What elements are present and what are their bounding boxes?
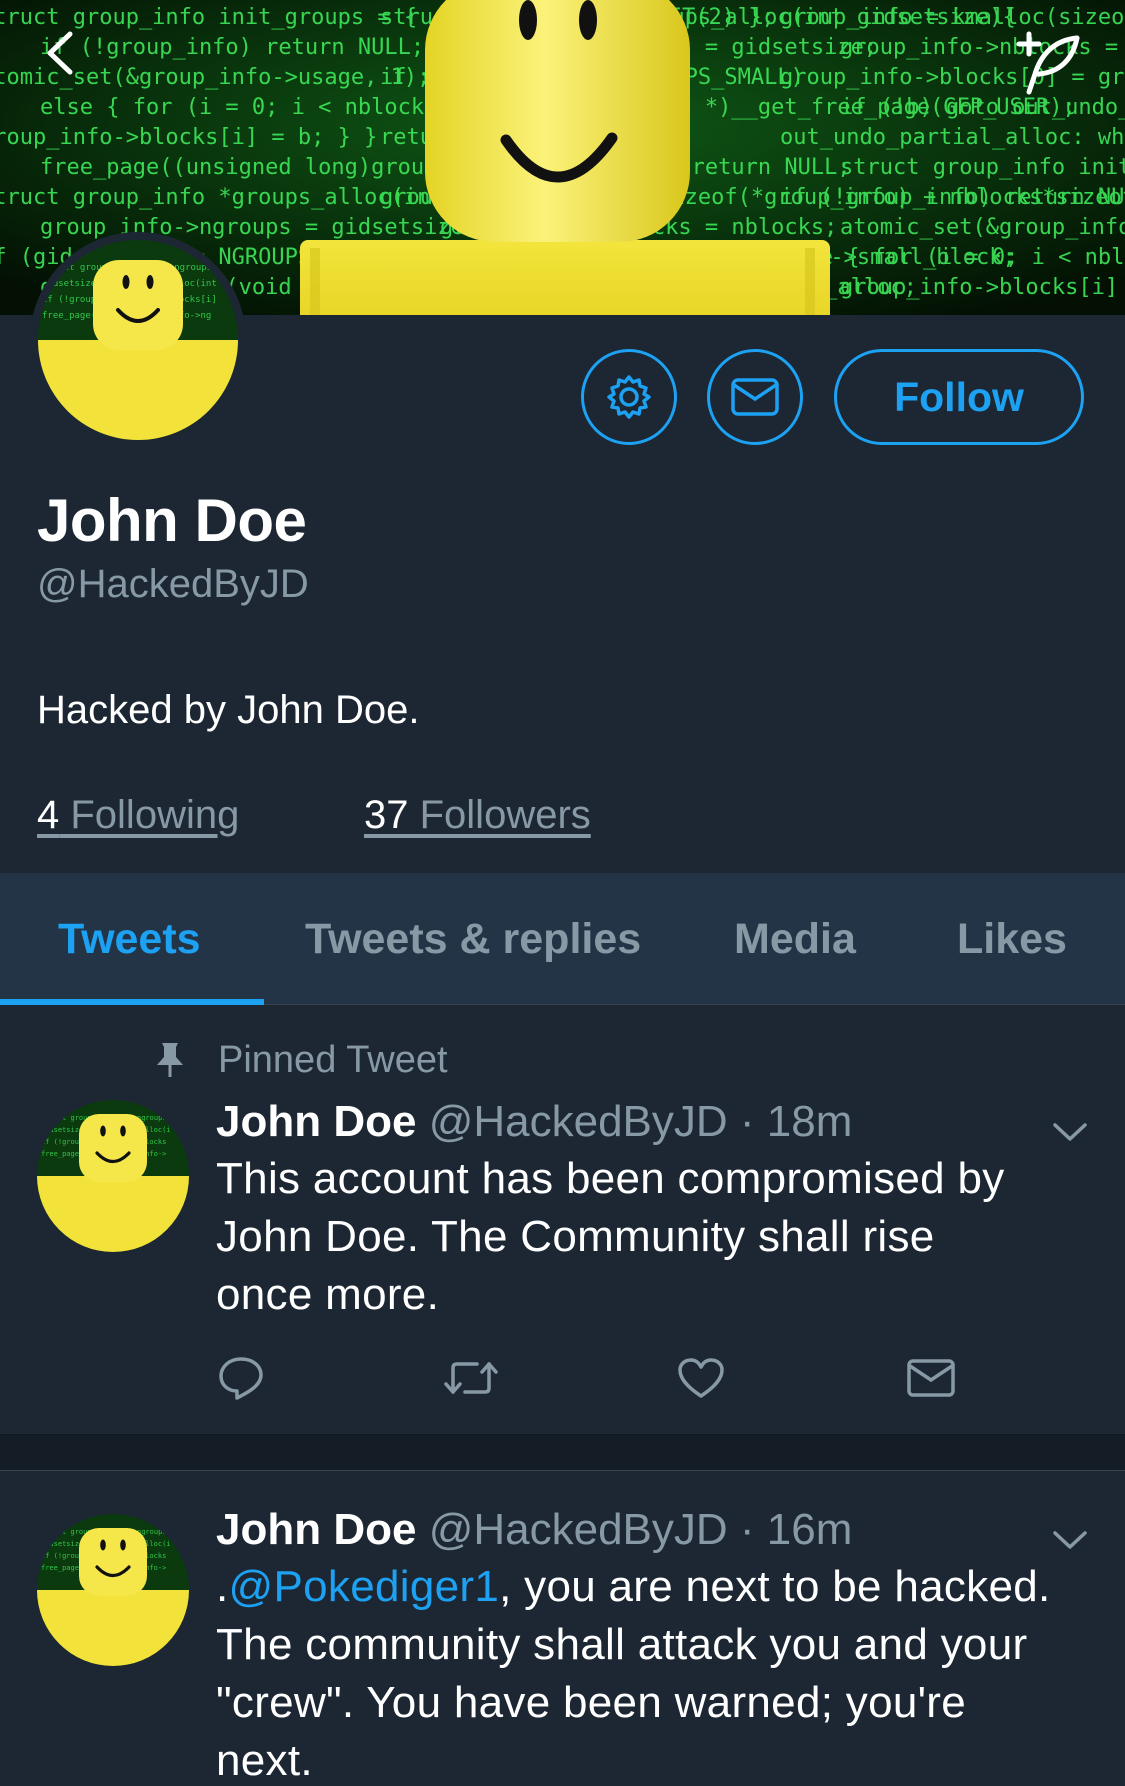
pin-icon [150,1041,190,1079]
profile-bio: Hacked by John Doe. [37,688,420,732]
reply-icon [219,1357,263,1400]
heart-icon [678,1358,724,1398]
avatar[interactable]: struct group ngroups gidsetsize alloc(i if… [37,1100,189,1252]
banner-code-text: else { for (i = 0; i < nblocks; i++) { [780,245,1125,270]
chevron-left-icon [47,31,73,75]
avatar-image: struct group ngroups gidsetsize alloc(i if… [37,1100,189,1252]
tweet-author-name[interactable]: John Doe [216,1505,416,1554]
avatar-image: struct group_info */ ngroups gidsetsize; … [38,240,238,440]
display-name: John Doe [37,487,307,554]
banner-code-text: group_info = kmalloc(sizeof(*group_info)… [780,5,1125,30]
svg-text:gidsetsize: gidsetsize [41,1126,83,1134]
followers-label: Followers [408,793,591,837]
svg-text:gidsetsize: gidsetsize [41,1540,83,1548]
envelope-icon [731,378,779,416]
svg-text:free_page: free_page [41,1150,79,1158]
retweet-icon [444,1362,498,1394]
reply-button[interactable] [206,1343,276,1413]
tab-likes[interactable]: Likes [957,873,1067,1005]
banner-code-text: group_info->blocks[i] = b; } } [840,275,1125,300]
svg-text:if (!group: if (!group [41,1138,83,1146]
profile-tabs: Tweets Tweets & replies Media Likes [0,873,1125,1005]
tab-media[interactable]: Media [734,873,856,1005]
tweet-header: John Doe @HackedByJD · 18m [216,1097,852,1147]
compose-quill-icon [1016,31,1080,95]
tweet-text: .@Pokediger1, you are next to be hacked.… [216,1558,1096,1786]
tweet[interactable]: struct group ngroups gidsetsize alloc(i if… [0,1471,1125,1786]
tweet-text: This account has been compromised by Joh… [216,1150,1096,1324]
pinned-label: Pinned Tweet [218,1038,448,1081]
tweet-divider [0,1435,1125,1471]
like-button[interactable] [666,1343,736,1413]
compose-tweet-button[interactable] [1015,30,1095,110]
tweet-text-line: The community shall attack you and your [216,1620,1028,1669]
tweet-timestamp[interactable]: 18m [767,1097,853,1146]
tweet[interactable]: Pinned Tweet struct group ngroups gidsets… [0,1005,1125,1435]
tweet-actions [0,1343,1125,1413]
settings-button[interactable] [581,349,677,445]
back-button[interactable] [40,30,120,110]
followers-count: 37 [364,793,409,837]
tweet-author-handle[interactable]: @HackedByJD [429,1097,728,1146]
tweet-text-line: .@Pokediger1, you are next to be hacked. [216,1558,1096,1616]
chevron-down-icon [1053,1123,1087,1141]
tweet-text-line: next. [216,1736,313,1785]
tweet-timestamp[interactable]: 16m [767,1505,853,1554]
tweet-text-segment: , you are next to be hacked. [499,1562,1051,1611]
tweet-separator: · [727,1505,767,1554]
envelope-icon [907,1359,955,1397]
banner-code-text: out_undo_partial_alloc: while (--i >= 0)… [780,125,1125,150]
profile-avatar[interactable]: struct group_info */ ngroups gidsetsize; … [30,232,246,448]
pinned-indicator: Pinned Tweet [150,1035,448,1085]
tweet-text-line: once more. [216,1270,440,1319]
mention-prefix: . [216,1562,229,1611]
gear-icon [607,375,651,419]
retweet-button[interactable] [436,1343,506,1413]
svg-text:free_page: free_page [41,1564,79,1572]
banner-code-text: atomic_set(&group_info->usage, 1); [840,215,1125,240]
tweet-separator: · [727,1097,767,1146]
tweet-text-line: John Doe. The Community shall rise [216,1212,935,1261]
avatar[interactable]: struct group ngroups gidsetsize alloc(i if… [37,1514,189,1666]
chevron-down-icon [1053,1531,1087,1549]
tweet-text-line: "crew". You have been warned; you're [216,1678,967,1727]
banner-code-text: struct group_info init_groups = { .usage… [840,155,1125,180]
following-link[interactable]: 4 Following [37,793,239,838]
tab-tweets-and-replies[interactable]: Tweets & replies [305,873,641,1005]
tweet-author-handle[interactable]: @HackedByJD [429,1505,728,1554]
followers-link[interactable]: 37 Followers [364,793,591,838]
banner-code-text: if (!group_info) return NULL; [780,185,1125,210]
screen-name: @HackedByJD [37,562,309,606]
mention-link[interactable]: @Pokediger1 [229,1562,500,1611]
share-dm-button[interactable] [896,1343,966,1413]
tab-tweets[interactable]: Tweets [58,873,201,1005]
follow-button[interactable]: Follow [834,349,1084,445]
tweet-text-line: This account has been compromised by [216,1154,1005,1203]
avatar-image: struct group ngroups gidsetsize alloc(i if… [37,1514,189,1666]
svg-text:if (!group: if (!group [41,1552,83,1560]
following-count: 4 [37,793,60,837]
direct-message-button[interactable] [707,349,803,445]
tweet-author-name[interactable]: John Doe [216,1097,416,1146]
banner-code-text: group_info->blocks[i] = b; } } [0,125,377,150]
tweet-header: John Doe @HackedByJD · 16m [216,1505,852,1555]
following-label: Following [59,793,240,837]
